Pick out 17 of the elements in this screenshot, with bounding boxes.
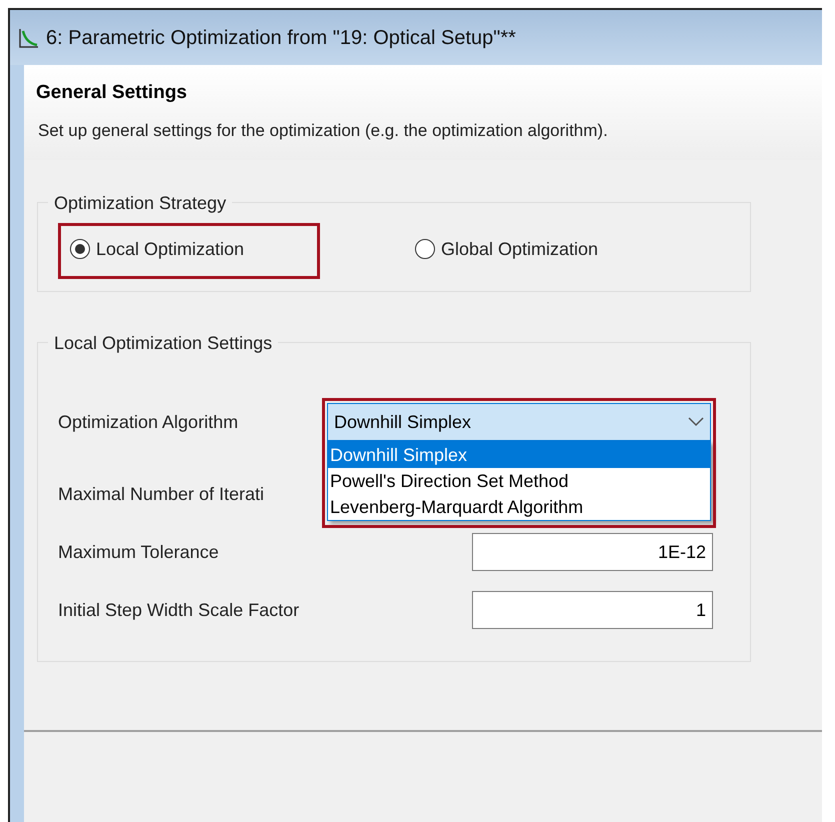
field-label: Optimization Algorithm [58,410,240,434]
section-title: General Settings [36,81,188,105]
input-field[interactable]: 1E-12 [472,533,713,571]
radio-button[interactable]: Global Optimization [415,236,598,262]
field-label: Maximal Number of Iterati [58,484,264,504]
chart-curve-icon [18,26,40,48]
input-field[interactable]: 1 [472,591,713,629]
field-label: Initial Step Width Scale Factor [58,600,300,620]
window-title: 6: Parametric Optimization from "19: Optical Setup"** [46,26,516,50]
dropdown-option[interactable]: Downhill Simplex [328,442,710,468]
caret-icon [688,417,704,427]
dropdown-option[interactable]: Levenberg-Marquardt Algorithm [328,494,710,520]
field-label: Maximum Tolerance [58,542,219,562]
dropdown-field[interactable]: Downhill Simplex [327,403,711,441]
section-description: Set up general settings for the optimization (e.g. the optimization algorithm). [38,120,609,142]
radio-button[interactable]: Local Optimization [70,236,244,262]
dropdown-option[interactable]: Powell's Direction Set Method [328,468,710,494]
